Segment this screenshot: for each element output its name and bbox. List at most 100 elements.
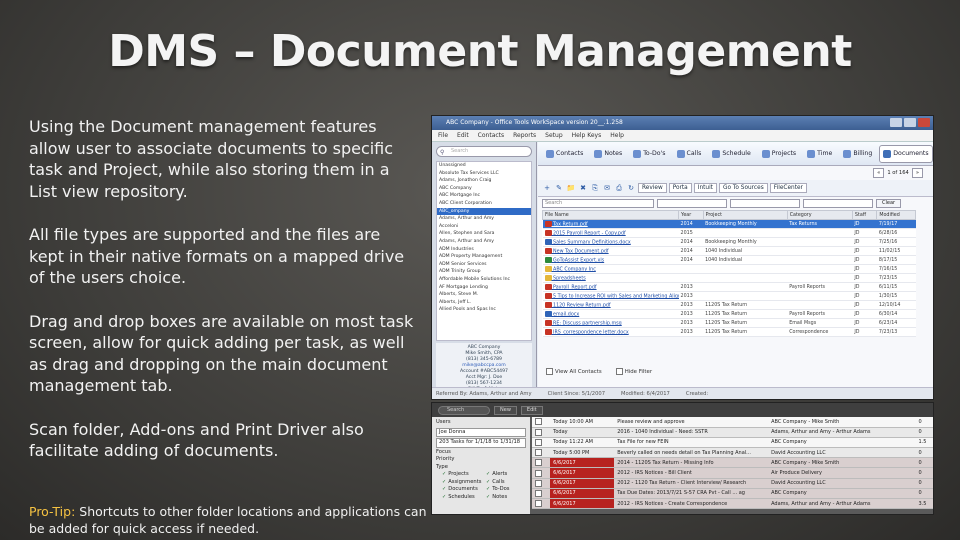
table-row[interactable]: 5 Tips to Increase ROI with Sales and Ma… (542, 291, 916, 301)
client-list-item[interactable]: ADM Senior Services (437, 261, 531, 269)
table-row[interactable]: RE: Discuss partnership.msg 2013 1120S Tax… (542, 318, 916, 328)
menu-item[interactable]: Help (610, 130, 624, 141)
scan-icon[interactable]: ⎘ (590, 183, 600, 193)
email-icon[interactable]: ✉ (602, 183, 612, 193)
type-checkbox[interactable]: Projects (442, 471, 482, 479)
task-checkbox[interactable] (532, 427, 551, 438)
task-checkbox[interactable] (532, 447, 551, 459)
tab-calls[interactable]: Calls (673, 145, 706, 163)
type-checkbox[interactable]: Calls (486, 479, 526, 487)
file-name-cell[interactable]: Sales Summary Definitions.docx (542, 237, 679, 247)
client-list-item[interactable]: Alberts, Steve M. (437, 291, 531, 299)
client-list-item[interactable]: Allied Pools and Spas Inc (437, 306, 531, 314)
client-list-item[interactable]: Adams, Arthur and Amy (437, 238, 531, 246)
client-list-item[interactable]: Unassigned (437, 162, 531, 170)
toolbar-button[interactable]: FileCenter (769, 183, 807, 193)
project-filter[interactable] (730, 199, 800, 208)
client-list-item[interactable]: ADM Industries (437, 246, 531, 254)
view-all-contacts-checkbox[interactable]: View All Contacts (546, 368, 602, 375)
table-row[interactable]: Payroll_Report.pdf 2013 Payroll Reports JD 6… (542, 282, 916, 292)
refresh-icon[interactable]: ↻ (626, 183, 636, 193)
file-name-cell[interactable]: 1120 Review Return.pdf (542, 300, 679, 310)
type-checkbox[interactable]: Assignments (442, 479, 482, 487)
client-list-item[interactable]: Allen, Stephen and Sara (437, 230, 531, 238)
file-name-cell[interactable]: Spreadsheets (542, 273, 679, 283)
file-name-cell[interactable]: IRS_correspondence letter.docx (542, 327, 679, 337)
tab-projects[interactable]: Projects (758, 145, 800, 163)
task-row[interactable]: 6/6/2017 Tax Due Dates: 2013/7/21 S-57 CR… (532, 488, 933, 500)
edit-icon[interactable]: ✎ (554, 183, 564, 193)
column-header[interactable]: File Name (541, 210, 680, 220)
tab-billing[interactable]: Billing (839, 145, 876, 163)
table-row[interactable]: ABC Company Inc JD 7/16/15 (542, 264, 916, 274)
next-record-button[interactable]: » (911, 168, 923, 178)
file-name-cell[interactable]: Payroll_Report.pdf (542, 282, 679, 292)
table-row[interactable]: New Tax Document.pdf 2014 1040 Individual J… (542, 246, 916, 256)
close-button[interactable] (918, 118, 930, 127)
task-row[interactable]: 6/6/2017 2012 - IRS Notices - Create Corr… (532, 498, 933, 510)
task-checkbox[interactable] (532, 478, 551, 489)
client-list-item[interactable]: ADM Trinity Group (437, 268, 531, 276)
task-checkbox[interactable] (532, 437, 551, 449)
client-list-item[interactable]: ABC_ompany (437, 207, 531, 216)
type-checkbox[interactable]: Alerts (486, 471, 526, 479)
menu-item[interactable]: Help Keys (572, 130, 602, 141)
client-list-item[interactable]: Acceloni (437, 223, 531, 231)
table-row[interactable]: Tax Return.pdf 2014 Bookkeeping Monthly Tax… (542, 219, 916, 229)
tab-contacts[interactable]: Contacts (542, 145, 587, 163)
task-checkbox[interactable] (532, 467, 551, 479)
task-row[interactable]: Today 5:00 PM Beverly called on needs det… (532, 447, 933, 459)
client-search-input[interactable]: ⚲ Search (436, 146, 532, 157)
file-name-cell[interactable]: New Tax Document.pdf (542, 246, 679, 256)
client-list-item[interactable]: ABC Mortgage Inc (437, 192, 531, 200)
table-row[interactable]: IRS_correspondence letter.docx 2013 1120S … (542, 327, 916, 337)
category-filter[interactable] (803, 199, 873, 208)
year-filter[interactable] (657, 199, 727, 208)
column-header[interactable]: Year (678, 210, 704, 220)
client-list-item[interactable]: Adams, Jonathon Craig (437, 177, 531, 185)
new-task-button[interactable]: New (494, 405, 517, 415)
client-list-item[interactable]: Affordable Mobile Solutions Inc (437, 276, 531, 284)
task-row[interactable]: 6/6/2017 2012 - IRS Notices - Bill Client… (532, 467, 933, 479)
tab-todos[interactable]: To-Do's (629, 145, 669, 163)
delete-icon[interactable]: ✖ (578, 183, 588, 193)
prev-record-button[interactable]: « (873, 168, 885, 178)
menu-item[interactable]: Reports (513, 130, 536, 141)
column-header[interactable]: Project (702, 210, 788, 220)
minimize-button[interactable] (890, 118, 902, 127)
table-row[interactable]: Spreadsheets JD 7/23/15 (542, 273, 916, 283)
client-list-item[interactable]: ADM Property Management (437, 253, 531, 261)
column-header[interactable]: Staff (851, 210, 878, 220)
table-row[interactable]: 1120 Review Return.pdf 2013 1120S Tax Retu… (542, 300, 916, 310)
file-name-cell[interactable]: Tax Return.pdf (542, 219, 679, 229)
table-row[interactable]: GoToAssist Export.xls 2014 1040 Individual… (542, 255, 916, 265)
folder-icon[interactable]: 📁 (566, 183, 576, 193)
task-row[interactable]: 6/6/2017 2014 - 1120S Tax Return - Missin… (532, 457, 933, 469)
column-header[interactable]: Category (786, 210, 853, 220)
client-list-item[interactable]: ABC Company (437, 185, 531, 193)
toolbar-button[interactable]: Review (638, 183, 667, 193)
task-row[interactable]: 6/6/2017 2012 - 1120 Tax Return - Client … (532, 478, 933, 489)
priority-filter[interactable]: Priority (436, 456, 526, 464)
client-list-item[interactable]: ABC Client Corporation (437, 200, 531, 208)
toolbar-button[interactable]: Porta (668, 183, 692, 193)
client-list-item[interactable]: AF Mortgage Lending (437, 284, 531, 292)
table-row[interactable]: email.docx 2013 1120S Tax Return Payroll Re… (542, 309, 916, 319)
task-checkbox[interactable] (532, 457, 551, 469)
clear-button[interactable]: Clear (876, 199, 902, 208)
table-row[interactable]: 2015 Payroll Report - Copy.pdf 2015 JD 6/28… (542, 228, 916, 238)
column-header[interactable]: Modified (876, 210, 916, 220)
task-row[interactable]: Today 10:00 AM Please review and approve A… (532, 417, 933, 428)
focus-filter[interactable]: Focus (436, 449, 526, 457)
task-checkbox[interactable] (532, 488, 551, 500)
file-name-cell[interactable]: GoToAssist Export.xls (542, 255, 679, 265)
menu-item[interactable]: Contacts (478, 130, 504, 141)
type-checkbox[interactable]: Schedules (442, 494, 482, 502)
add-icon[interactable]: + (542, 183, 552, 193)
menu-item[interactable]: Edit (457, 130, 469, 141)
client-list-item[interactable]: Absolute Tax Services LLC (437, 170, 531, 178)
maximize-button[interactable] (904, 118, 916, 127)
task-checkbox[interactable] (532, 498, 551, 510)
task-search-input[interactable]: Search (438, 405, 490, 415)
file-name-cell[interactable]: email.docx (542, 309, 679, 319)
